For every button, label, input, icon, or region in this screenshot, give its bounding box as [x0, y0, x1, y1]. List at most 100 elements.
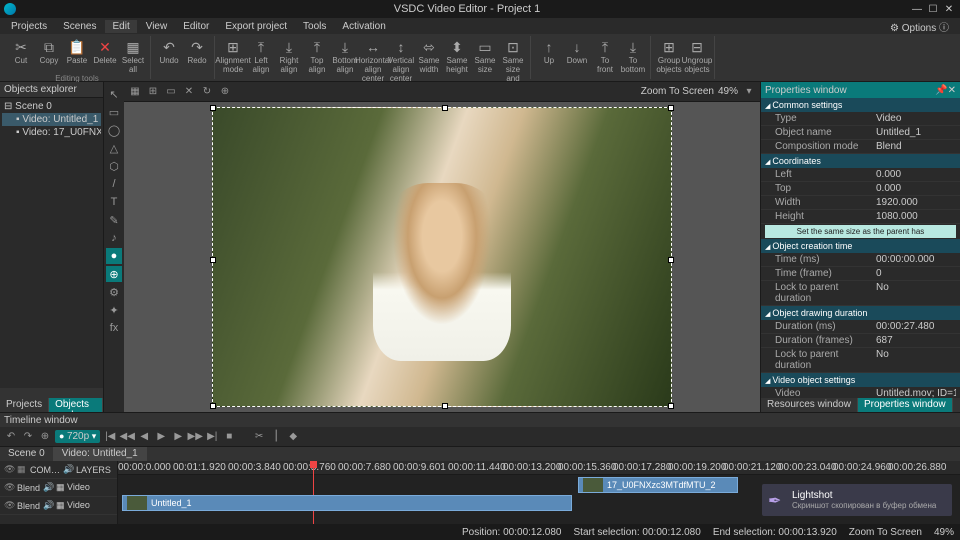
tool-icon[interactable]: ↻	[200, 85, 214, 99]
tool-icon[interactable]: ✕	[182, 85, 196, 99]
playhead[interactable]	[313, 461, 314, 524]
resolution-badge[interactable]: ● 720p ▾	[55, 430, 100, 443]
next-frame-icon[interactable]: ▶	[171, 430, 185, 444]
preview-viewport[interactable]	[124, 102, 760, 412]
cut-icon[interactable]: ✂	[252, 430, 266, 444]
timeline-tab[interactable]: Video: Untitled_1	[54, 447, 147, 461]
copy-button[interactable]: ⧉Copy	[36, 36, 62, 65]
timeline-clip[interactable]: 17_U0FNXzc3MTdfMTU_2	[578, 477, 738, 493]
tool-button[interactable]: ◯	[106, 122, 122, 138]
group-objects-button[interactable]: ⊞Group objects	[656, 36, 682, 74]
cut-button[interactable]: ✂Cut	[8, 36, 34, 65]
props-tab[interactable]: Properties window	[858, 398, 953, 412]
tl-tool-icon[interactable]: ⊕	[38, 430, 52, 444]
close-icon[interactable]: ✕	[942, 4, 956, 15]
zoom-dropdown-icon[interactable]: ▾	[742, 85, 756, 99]
tool-button[interactable]: /	[106, 176, 122, 192]
up-button[interactable]: ↑Up	[536, 36, 562, 65]
property-action[interactable]: Set the same size as the parent has	[765, 225, 956, 238]
undo-button[interactable]: ↶Undo	[156, 36, 182, 65]
tool-icon[interactable]: ⊕	[218, 85, 232, 99]
alignment-mode-button[interactable]: ⊞Alignment mode	[220, 36, 246, 74]
tool-button[interactable]: △	[106, 140, 122, 156]
tree-item[interactable]: ▪ Video: 17_U0FNXzc3MTdf	[2, 126, 101, 139]
redo-button[interactable]: ↷Redo	[184, 36, 210, 65]
delete-button[interactable]: ✕Delete	[92, 36, 118, 65]
tool-icon[interactable]: ▭	[164, 85, 178, 99]
menu-item[interactable]: Edit	[105, 20, 136, 33]
menu-item[interactable]: Editor	[176, 20, 216, 33]
tl-tool-icon[interactable]: ↶	[4, 430, 18, 444]
property-row: Width1920.000	[761, 196, 960, 210]
property-section[interactable]: Video object settings	[761, 373, 960, 387]
select-all-button[interactable]: ▦Select all	[120, 36, 146, 74]
explorer-tab[interactable]: Objects explorer	[49, 398, 103, 412]
tool-button[interactable]: ↖	[106, 86, 122, 102]
notification-toast[interactable]: ✒ Lightshot Скриншот скопирован в буфер …	[762, 484, 952, 516]
property-section[interactable]: Object drawing duration	[761, 306, 960, 320]
tool-button[interactable]: ⬡	[106, 158, 122, 174]
tool-button[interactable]: ⚙	[106, 284, 122, 300]
property-section[interactable]: Common settings	[761, 98, 960, 112]
paste-button[interactable]: 📋Paste	[64, 36, 90, 65]
maximize-icon[interactable]: ☐	[926, 4, 940, 15]
menu-item[interactable]: Activation	[335, 20, 392, 33]
options-menu[interactable]: ⚙ Options ⓘ	[883, 18, 956, 35]
rewind-icon[interactable]: ◀◀	[120, 430, 134, 444]
left-align-button[interactable]: ⤒Left align	[248, 36, 274, 74]
tool-button[interactable]: T	[106, 194, 122, 210]
tool-button[interactable]: ✎	[106, 212, 122, 228]
property-section[interactable]: Coordinates	[761, 154, 960, 168]
timeline-clip[interactable]: Untitled_1	[122, 495, 572, 511]
prev-frame-icon[interactable]: ◀	[137, 430, 151, 444]
zoom-pct[interactable]: 49%	[718, 86, 738, 97]
tool-button[interactable]: ♪	[106, 230, 122, 246]
track-header[interactable]: 👁 Blend 🔊 ▦ Video	[0, 479, 117, 497]
property-row: TypeVideo	[761, 112, 960, 126]
right-align-button[interactable]: ⤓Right align	[276, 36, 302, 74]
stop-icon[interactable]: ■	[222, 430, 236, 444]
down-button[interactable]: ↓Down	[564, 36, 590, 65]
menu-item[interactable]: Tools	[296, 20, 333, 33]
vertical-align-center-button[interactable]: ↕Vertical align center	[388, 36, 414, 83]
ungroup-objects-button[interactable]: ⊟Ungroup objects	[684, 36, 710, 74]
props-tab[interactable]: Resources window	[761, 398, 858, 412]
explorer-tab[interactable]: Projects e…	[0, 398, 49, 412]
same-height-button[interactable]: ⬍Same height	[444, 36, 470, 74]
menu-item[interactable]: Projects	[4, 20, 54, 33]
menu-item[interactable]: View	[139, 20, 175, 33]
same-size-button[interactable]: ▭Same size	[472, 36, 498, 74]
close-panel-icon[interactable]: ✕	[948, 85, 956, 96]
horizontal-align-center-button[interactable]: ↔Horizontal align center	[360, 36, 386, 83]
zoom-label[interactable]: Zoom To Screen	[641, 86, 714, 97]
property-section[interactable]: Object creation time	[761, 239, 960, 253]
play-icon[interactable]: ▶	[154, 430, 168, 444]
to-front-button[interactable]: ⤒To front	[592, 36, 618, 74]
tool-icon[interactable]: ▦	[128, 85, 142, 99]
ffwd-icon[interactable]: ▶▶	[188, 430, 202, 444]
pin-icon[interactable]: 📌	[935, 85, 947, 96]
tree-item[interactable]: ▪ Video: Untitled_1	[2, 113, 101, 126]
track-header[interactable]: 👁 Blend 🔊 ▦ Video	[0, 497, 117, 515]
tool-button[interactable]: ▭	[106, 104, 122, 120]
minimize-icon[interactable]: —	[910, 4, 924, 15]
tool-button[interactable]: fx	[106, 320, 122, 336]
play-end-icon[interactable]: ▶|	[205, 430, 219, 444]
same-width-button[interactable]: ⬄Same width	[416, 36, 442, 74]
tool-button[interactable]: ⊕	[106, 266, 122, 282]
properties-header: Properties window	[765, 85, 847, 96]
tool-button[interactable]: ●	[106, 248, 122, 264]
menu-item[interactable]: Scenes	[56, 20, 103, 33]
tree-item[interactable]: ⊟ Scene 0	[2, 100, 101, 113]
tool-icon[interactable]: ⊞	[146, 85, 160, 99]
menu-item[interactable]: Export project	[218, 20, 294, 33]
video-frame[interactable]	[212, 107, 672, 407]
timeline-tab[interactable]: Scene 0	[0, 447, 54, 461]
tl-tool-icon[interactable]: ↷	[21, 430, 35, 444]
play-start-icon[interactable]: |◀	[103, 430, 117, 444]
split-icon[interactable]: ⎮	[269, 430, 283, 444]
to-bottom-button[interactable]: ⤓To bottom	[620, 36, 646, 74]
top-align-button[interactable]: ⤒Top align	[304, 36, 330, 74]
marker-icon[interactable]: ◆	[286, 430, 300, 444]
tool-button[interactable]: ✦	[106, 302, 122, 318]
